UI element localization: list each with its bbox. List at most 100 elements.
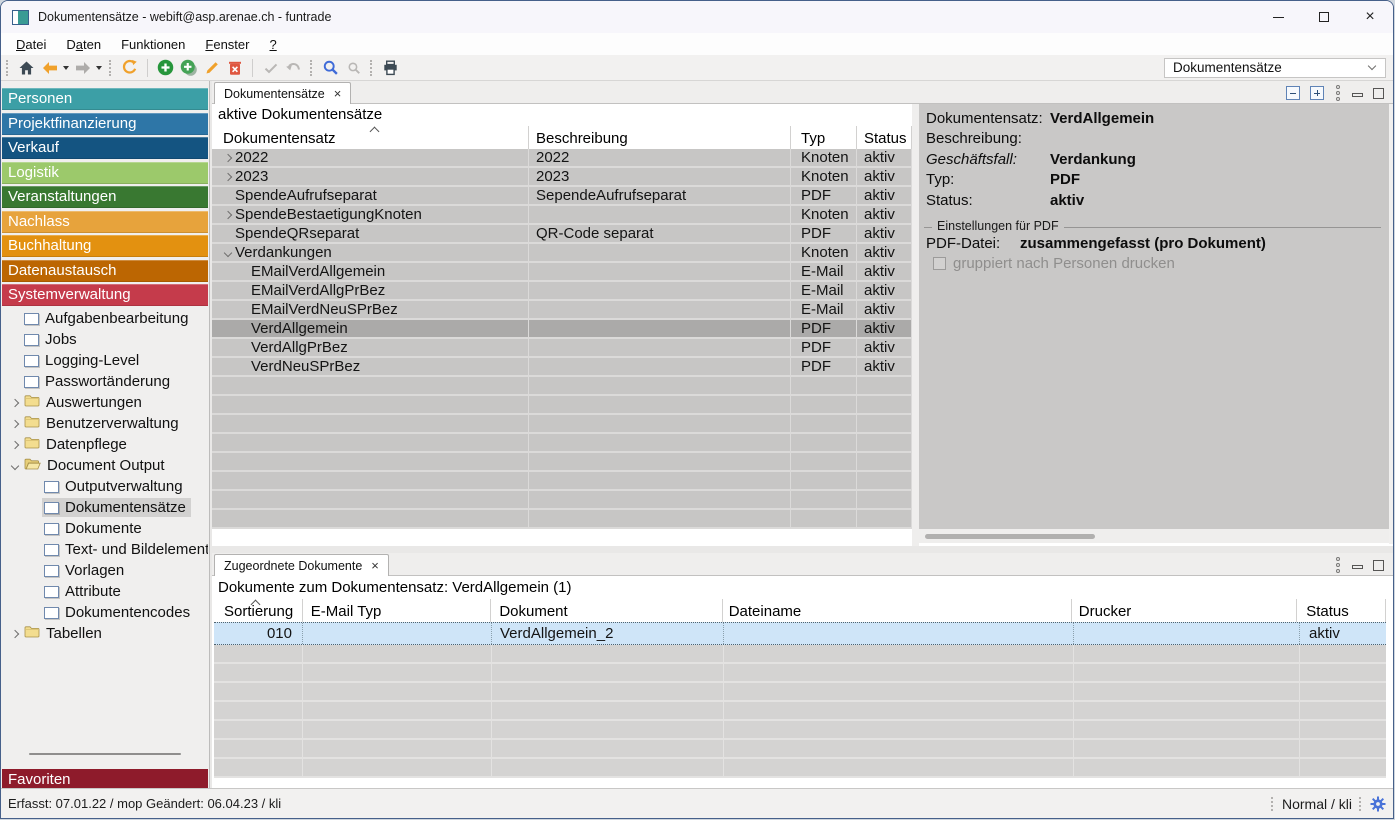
sidebar-item-vorlagen[interactable]: Vorlagen [1, 560, 208, 581]
print-button[interactable] [379, 57, 402, 79]
panel-minimize-icon[interactable] [1352, 93, 1363, 97]
doc-set-row-verdallgprbez[interactable]: VerdAllgPrBezPDFaktiv [212, 339, 912, 358]
sidebar-item-document-output[interactable]: Document Output [1, 455, 208, 476]
panel-minimize-icon[interactable] [1352, 565, 1363, 569]
back-dropdown-caret[interactable] [63, 66, 69, 70]
sidebar-section-systemverwaltung[interactable]: Systemverwaltung [2, 284, 208, 306]
sidebar-item-auswertungen[interactable]: Auswertungen [1, 392, 208, 413]
column-header-typ[interactable]: Typ [791, 126, 857, 149]
add-button[interactable] [154, 57, 177, 79]
column-header-dateiname[interactable]: Dateiname [723, 599, 1072, 622]
sidebar-item-datenpflege[interactable]: Datenpflege [1, 434, 208, 455]
search-button[interactable] [319, 57, 342, 79]
minimize-button[interactable] [1255, 1, 1301, 33]
sidebar-item-outputverwaltung[interactable]: Outputverwaltung [1, 476, 208, 497]
tab-close-icon[interactable]: × [371, 558, 379, 573]
sidebar-item-tabellen[interactable]: Tabellen [1, 623, 208, 644]
detail-vscrollbar[interactable] [1389, 104, 1394, 544]
doc-set-row-spendebestaetigungknoten[interactable]: SpendeBestaetigungKnotenKnotenaktiv [212, 206, 912, 225]
column-header-e-mail-typ[interactable]: E-Mail Typ [303, 599, 492, 622]
sidebar-item-passwort-nderung[interactable]: Passwortänderung [1, 371, 208, 392]
sidebar-item-logging-level[interactable]: Logging-Level [1, 350, 208, 371]
forward-dropdown-caret[interactable] [96, 66, 102, 70]
maximize-button[interactable] [1301, 1, 1347, 33]
sidebar-section-nachlass[interactable]: Nachlass [2, 211, 208, 233]
chevron-right-icon[interactable] [11, 629, 19, 637]
settings-gear-icon[interactable] [1370, 796, 1386, 812]
column-header-beschreibung[interactable]: Beschreibung [529, 126, 791, 149]
collapse-all-icon[interactable] [1286, 86, 1300, 100]
tab-zugeordnete-dokumente[interactable]: Zugeordnete Dokumente × [214, 554, 389, 576]
column-header-status[interactable]: Status [857, 126, 912, 149]
sidebar-item-attribute[interactable]: Attribute [1, 581, 208, 602]
doc-set-row-emailverdallgemein[interactable]: EMailVerdAllgemeinE-Mailaktiv [212, 263, 912, 282]
panel-maximize-icon[interactable] [1373, 560, 1384, 571]
doc-set-row-spendeqrseparat[interactable]: SpendeQRseparatQR-Code separatPDFaktiv [212, 225, 912, 244]
sidebar-section-logistik[interactable]: Logistik [2, 162, 208, 184]
close-button[interactable]: × [1347, 1, 1393, 33]
confirm-button[interactable] [259, 57, 282, 79]
toolbar-grip[interactable] [109, 60, 113, 76]
panel-menu-icon[interactable] [1334, 85, 1342, 101]
doc-set-row-verdallgemein[interactable]: VerdAllgemeinPDFaktiv [212, 320, 912, 339]
tab-dokumentensaetze[interactable]: Dokumentensätze × [214, 82, 351, 104]
context-selector[interactable]: Dokumentensätze [1164, 58, 1386, 78]
doc-set-row-emailverdneusprbez[interactable]: EMailVerdNeuSPrBezE-Mailaktiv [212, 301, 912, 320]
menu-item-funktionen[interactable]: Funktionen [111, 35, 195, 54]
doc-set-row-verdneusprbez[interactable]: VerdNeuSPrBezPDFaktiv [212, 358, 912, 377]
sidebar-section-projektfinanzierung[interactable]: Projektfinanzierung [2, 113, 208, 135]
home-button[interactable] [15, 57, 38, 79]
tab-close-icon[interactable]: × [334, 86, 342, 101]
sidebar-item-jobs[interactable]: Jobs [1, 329, 208, 350]
sidebar-splitter-handle[interactable] [29, 753, 181, 755]
chevron-right-icon[interactable] [224, 172, 232, 180]
scrollbar-thumb[interactable] [925, 534, 1095, 539]
chevron-right-icon[interactable] [11, 419, 19, 427]
chevron-right-icon[interactable] [11, 398, 19, 406]
column-header-sortierung[interactable]: Sortierung [214, 599, 303, 622]
chevron-down-icon[interactable] [224, 248, 232, 256]
doc-set-row-2023[interactable]: 20232023Knotenaktiv [212, 168, 912, 187]
menu-item-daten[interactable]: Daten [56, 35, 111, 54]
column-header-drucker[interactable]: Drucker [1072, 599, 1297, 622]
assigned-document-row[interactable]: 010VerdAllgemein_2aktiv [214, 622, 1386, 645]
sidebar-section-datenaustausch[interactable]: Datenaustausch [2, 260, 208, 282]
toolbar-grip[interactable] [6, 60, 10, 76]
sidebar-section-verkauf[interactable]: Verkauf [2, 137, 208, 159]
sidebar-section-veranstaltungen[interactable]: Veranstaltungen [2, 186, 208, 208]
sidebar-item-dokumentens-tze[interactable]: Dokumentensätze [1, 497, 208, 518]
undo-button[interactable] [282, 57, 305, 79]
detail-hscrollbar[interactable] [919, 529, 1389, 543]
vertical-splitter[interactable] [912, 104, 919, 546]
forward-button[interactable] [71, 57, 94, 79]
chevron-right-icon[interactable] [224, 153, 232, 161]
sidebar-item-dokumentencodes[interactable]: Dokumentencodes [1, 602, 208, 623]
sidebar-item-aufgabenbearbeitung[interactable]: Aufgabenbearbeitung [1, 308, 208, 329]
toolbar-grip[interactable] [370, 60, 374, 76]
column-header-status[interactable]: Status [1297, 599, 1386, 622]
expand-all-icon[interactable] [1310, 86, 1324, 100]
panel-maximize-icon[interactable] [1373, 88, 1384, 99]
menu-item-fenster[interactable]: Fenster [195, 35, 259, 54]
delete-button[interactable] [223, 57, 246, 79]
back-button[interactable] [38, 57, 61, 79]
doc-set-row-spendeaufrufseparat[interactable]: SpendeAufrufseparatSependeAufrufseparatP… [212, 187, 912, 206]
menu-item-datei[interactable]: Datei [6, 35, 56, 54]
group-by-person-checkbox[interactable] [933, 257, 946, 270]
sidebar-item-benutzerverwaltung[interactable]: Benutzerverwaltung [1, 413, 208, 434]
doc-set-row-emailverdallgprbez[interactable]: EMailVerdAllgPrBezE-Mailaktiv [212, 282, 912, 301]
search-secondary-button[interactable] [342, 57, 365, 79]
column-header-dokumentensatz[interactable]: Dokumentensatz [212, 126, 529, 149]
sidebar-section-personen[interactable]: Personen [2, 88, 208, 110]
doc-set-row-2022[interactable]: 20222022Knotenaktiv [212, 149, 912, 168]
panel-menu-icon[interactable] [1334, 557, 1342, 573]
chevron-right-icon[interactable] [224, 210, 232, 218]
sidebar-section-buchhaltung[interactable]: Buchhaltung [2, 235, 208, 257]
refresh-button[interactable] [118, 57, 141, 79]
toolbar-grip[interactable] [310, 60, 314, 76]
column-header-dokument[interactable]: Dokument [491, 599, 722, 622]
add-copy-button[interactable] [177, 57, 200, 79]
chevron-down-icon[interactable] [11, 461, 19, 469]
doc-set-row-verdankungen[interactable]: VerdankungenKnotenaktiv [212, 244, 912, 263]
edit-button[interactable] [200, 57, 223, 79]
